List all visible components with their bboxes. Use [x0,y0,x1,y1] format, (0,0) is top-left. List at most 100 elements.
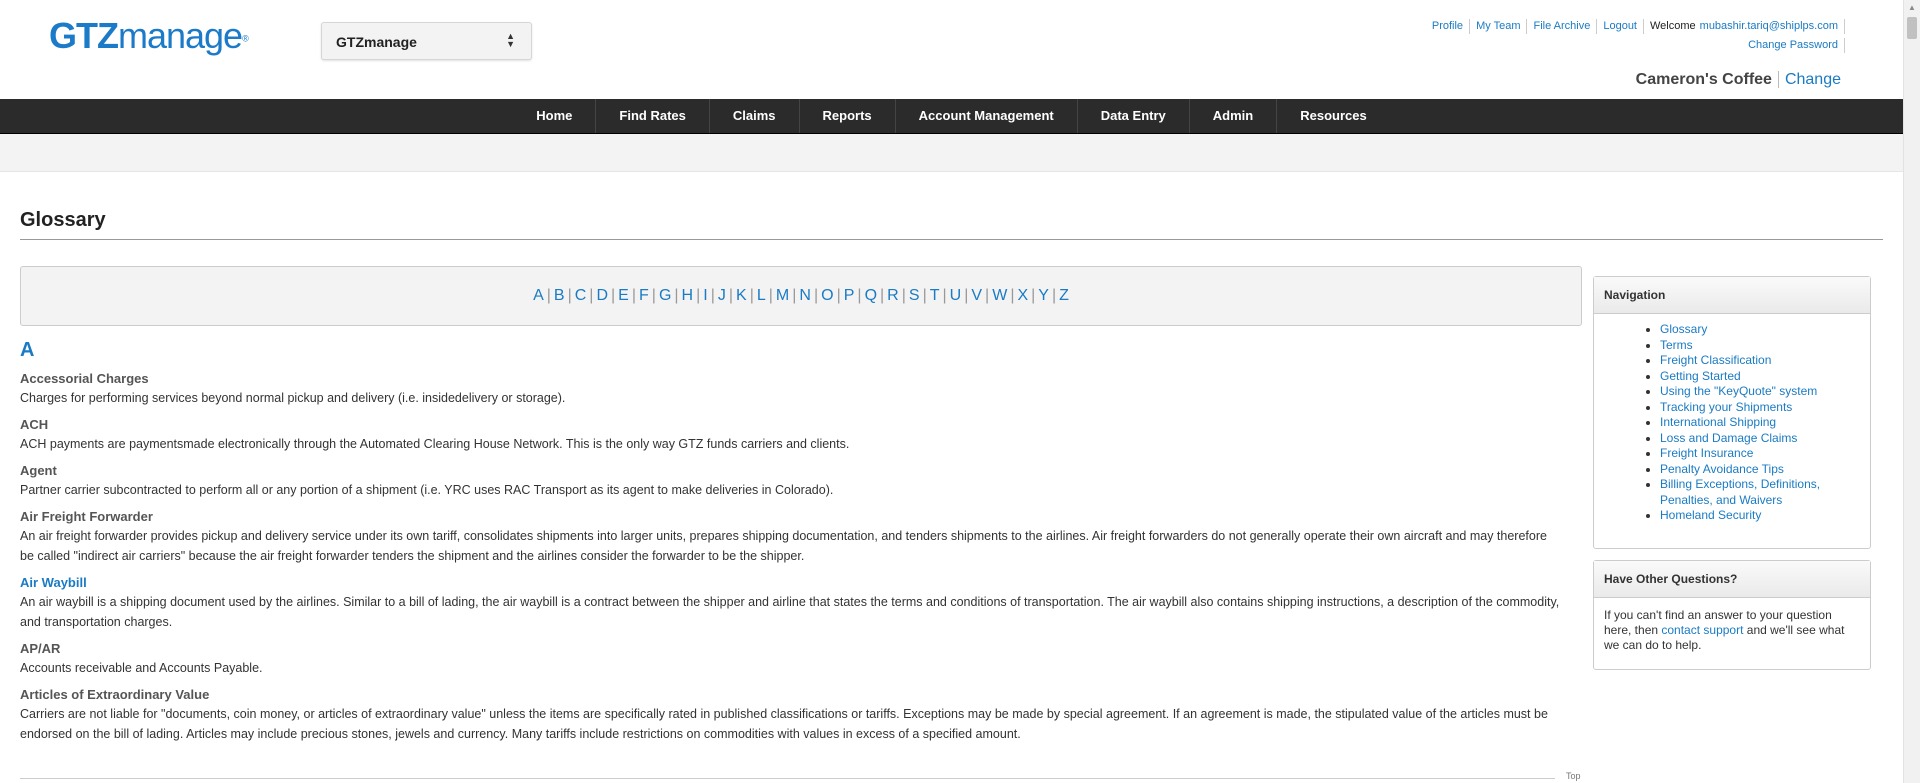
nav-reports[interactable]: Reports [798,99,895,133]
letter-link-u[interactable]: U [950,287,962,304]
sidebar-link-penalty-tips[interactable]: Penalty Avoidance Tips [1660,462,1784,476]
sidebar-link-getting-started[interactable]: Getting Started [1660,369,1741,383]
nav-find-rates[interactable]: Find Rates [595,99,708,133]
letter-link-v[interactable]: V [971,287,982,304]
letter-link-b[interactable]: B [554,287,565,304]
change-company-link[interactable]: Change [1779,71,1841,88]
logo-brand: GTZ [49,15,119,56]
letter-link-w[interactable]: W [992,287,1007,304]
glossary-entry: Agent Partner carrier subcontracted to p… [20,462,1560,500]
questions-panel: Have Other Questions? If you can't find … [1593,560,1871,670]
glossary-entry: AP/AR Accounts receivable and Accounts P… [20,640,1560,678]
my-team-link[interactable]: My Team [1470,19,1528,34]
glossary-entry: Articles of Extraordinary Value Carriers… [20,686,1560,744]
letter-link-a[interactable]: A [533,287,544,304]
page-scrollbar[interactable]: ▲ [1903,0,1920,783]
change-password-link[interactable]: Change Password [1742,38,1845,53]
sidebar-link-keyquote[interactable]: Using the "KeyQuote" system [1660,384,1817,398]
select-updown-icon: ▲ ▼ [506,31,515,49]
sidebar-link-billing-exceptions[interactable]: Billing Exceptions, Definitions, Penalti… [1660,477,1820,507]
letter-link-k[interactable]: K [736,287,747,304]
letter-link-c[interactable]: C [575,287,587,304]
questions-panel-body: If you can't find an answer to your ques… [1594,598,1870,663]
letter-link-g[interactable]: G [659,287,671,304]
navigation-panel: Navigation Glossary Terms Freight Classi… [1593,276,1871,549]
term-title: Articles of Extraordinary Value [20,687,210,702]
letter-link-j[interactable]: J [718,287,726,304]
scroll-up-arrow-icon[interactable]: ▲ [1908,3,1916,12]
glossary-entry: Air Freight Forwarder An air freight for… [20,508,1560,566]
organization-select[interactable]: GTZmanage ▲ ▼ [321,22,532,60]
profile-link[interactable]: Profile [1426,19,1471,34]
nav-account-management[interactable]: Account Management [894,99,1077,133]
letter-link-o[interactable]: O [821,287,833,304]
questions-panel-title: Have Other Questions? [1594,561,1870,598]
welcome-label: Welcome [1650,20,1696,32]
sidebar-link-insurance[interactable]: Freight Insurance [1660,446,1753,460]
sidebar-link-homeland-security[interactable]: Homeland Security [1660,508,1761,522]
nav-admin[interactable]: Admin [1188,99,1276,133]
site-header: GTZmanage® GTZmanage ▲ ▼ Profile My Team Fi… [0,0,1903,99]
file-archive-link[interactable]: File Archive [1527,19,1598,34]
term-definition: Carriers are not liable for "documents, … [20,707,1548,741]
glossary-entry: Air Waybill An air waybill is a shipping… [20,574,1560,632]
letter-link-l[interactable]: L [757,287,766,304]
term-definition: Charges for performing services beyond n… [20,391,566,405]
nav-home[interactable]: Home [513,99,595,133]
sidebar-link-freight-classification[interactable]: Freight Classification [1660,353,1771,367]
glossary-entry: ACH ACH payments are paymentsmade electr… [20,416,1560,454]
gtzmanage-logo[interactable]: GTZmanage® [49,14,249,60]
navigation-panel-title: Navigation [1594,277,1870,314]
main-nav: Home Find Rates Claims Reports Account M… [0,99,1903,134]
letter-link-q[interactable]: Q [865,287,877,304]
letter-link-s[interactable]: S [909,287,920,304]
sidebar-link-tracking[interactable]: Tracking your Shipments [1660,400,1792,414]
letter-link-n[interactable]: N [799,287,811,304]
letter-link-d[interactable]: D [596,287,608,304]
section-letter-heading: A [20,339,35,361]
letter-link-y[interactable]: Y [1038,287,1049,304]
account-links: Profile My Team File Archive Logout Welcome m… [1426,19,1845,53]
letter-link-m[interactable]: M [776,287,789,304]
term-definition: An air freight forwarder provides pickup… [20,529,1547,563]
sidebar-link-terms[interactable]: Terms [1660,338,1693,352]
sidebar-link-glossary[interactable]: Glossary [1660,322,1707,336]
term-title-link[interactable]: Air Waybill [20,575,87,590]
term-title: Accessorial Charges [20,371,149,386]
logo-product: manage [117,15,243,56]
letter-link-x[interactable]: X [1017,287,1028,304]
sidebar-link-claims[interactable]: Loss and Damage Claims [1660,431,1797,445]
nav-claims[interactable]: Claims [708,99,799,133]
organization-select-value: GTZmanage [336,34,417,50]
term-definition: An air waybill is a shipping document us… [20,595,1560,629]
term-definition: ACH payments are paymentsmade electronic… [20,437,850,451]
term-definition: Accounts receivable and Accounts Payable… [20,661,263,675]
glossary-entry: Accessorial Charges Charges for performi… [20,370,1560,408]
company-name: Cameron's Coffee [1635,71,1779,88]
logo-registered-mark: ® [242,33,249,44]
nav-data-entry[interactable]: Data Entry [1076,99,1189,133]
letter-link-z[interactable]: Z [1059,287,1069,304]
term-definition: Partner carrier subcontracted to perform… [20,483,834,497]
letter-link-r[interactable]: R [887,287,899,304]
back-to-top-link[interactable]: Top [1566,771,1581,781]
logout-link[interactable]: Logout [1597,19,1644,34]
letter-link-p[interactable]: P [844,287,855,304]
section-divider [20,778,1555,779]
letter-link-e[interactable]: E [618,287,629,304]
contact-support-link[interactable]: contact support [1661,623,1743,637]
sub-nav-bar [0,134,1903,172]
alphabet-index: A | B | C | D | E | F | G | H | I | J | K | L | M | N | O | P | Q | R | S | T |… [20,266,1582,326]
sidebar-link-international[interactable]: International Shipping [1660,415,1776,429]
scrollbar-thumb[interactable] [1907,17,1917,39]
term-title: ACH [20,417,49,432]
letter-link-f[interactable]: F [639,287,649,304]
nav-resources[interactable]: Resources [1276,99,1389,133]
letter-link-h[interactable]: H [682,287,694,304]
letter-link-t[interactable]: T [930,287,940,304]
user-email-link[interactable]: mubashir.tariq@shiplps.com [1700,19,1845,34]
term-title: Air Freight Forwarder [20,509,153,524]
company-switcher: Cameron's Coffee Change [1635,70,1841,90]
title-divider [20,239,1883,240]
term-title: Agent [20,463,57,478]
